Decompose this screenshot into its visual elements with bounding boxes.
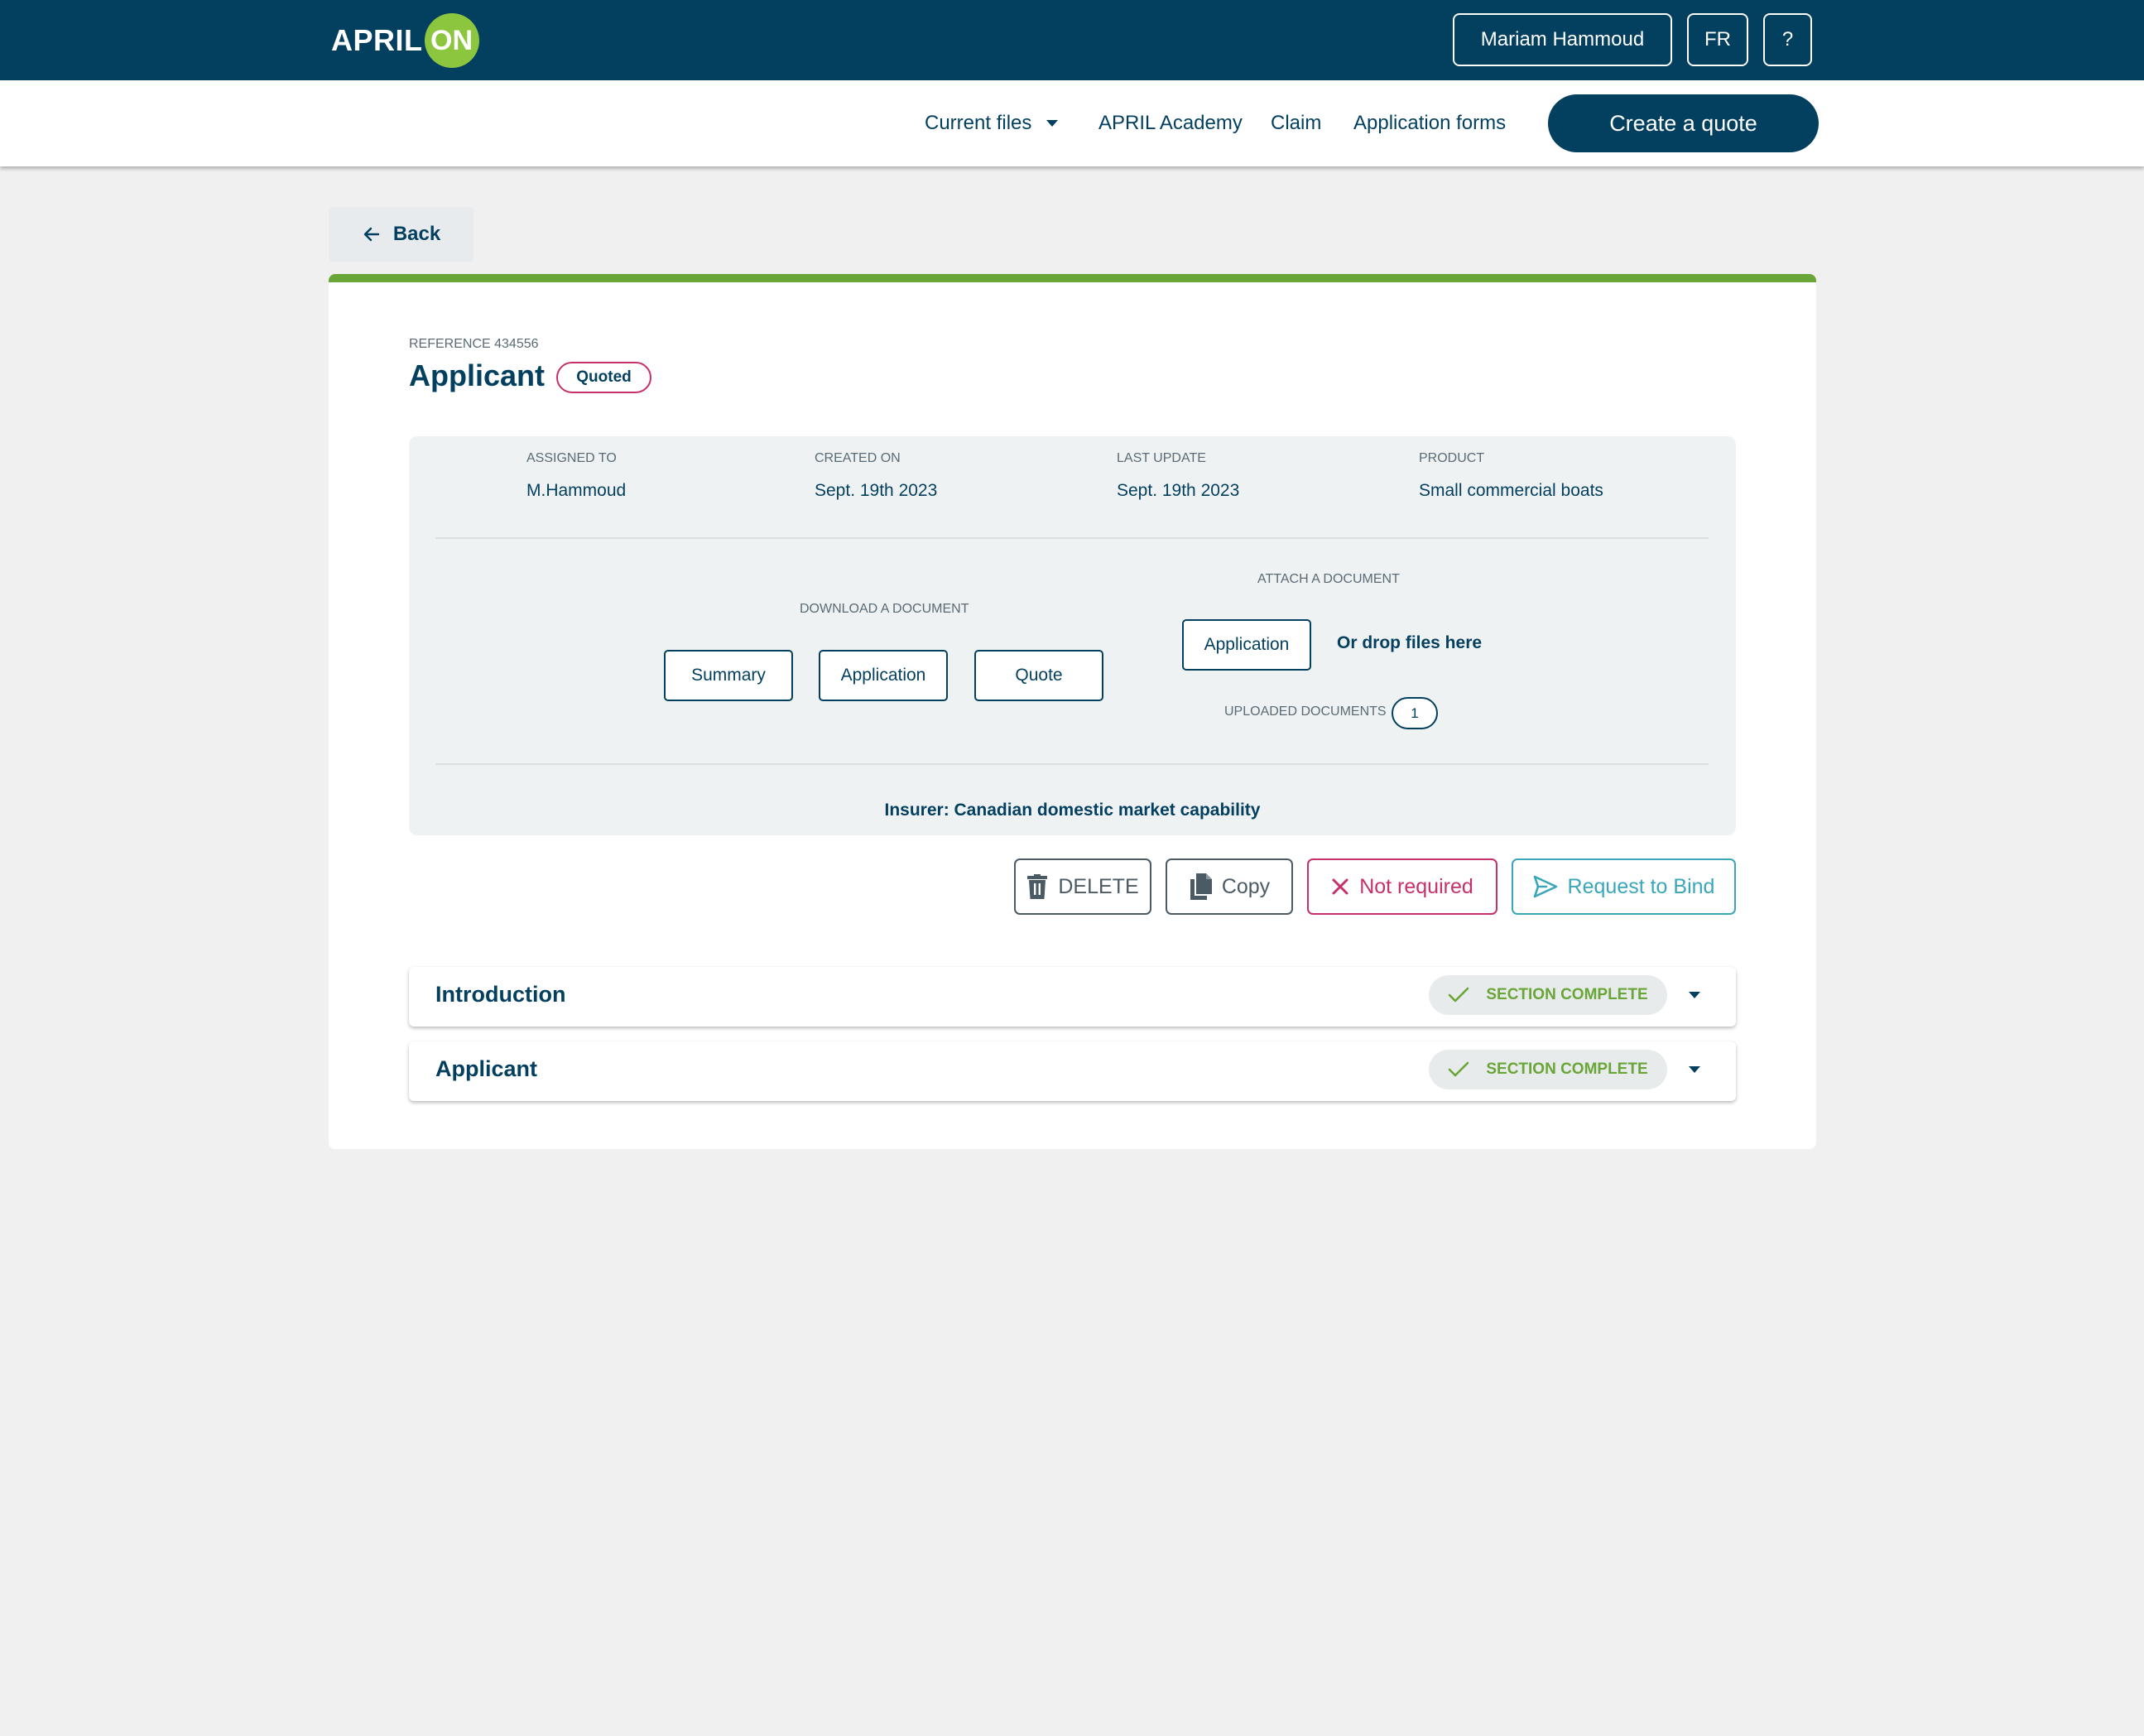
product-label: PRODUCT xyxy=(1419,451,1485,465)
send-icon xyxy=(1533,875,1557,898)
not-required-label: Not required xyxy=(1359,874,1473,898)
arrow-left-icon xyxy=(363,227,380,242)
top-bar: APRIL ON Mariam Hammoud FR ? xyxy=(0,0,2144,80)
file-drop-zone[interactable]: Or drop files here xyxy=(1337,633,1482,653)
expand-caret-icon[interactable] xyxy=(1689,1066,1700,1073)
status-badge: Quoted xyxy=(556,362,651,393)
create-quote-button[interactable]: Create a quote xyxy=(1548,94,1819,152)
assigned-to-value: M.Hammoud xyxy=(526,481,627,500)
not-required-button[interactable]: Not required xyxy=(1307,858,1497,915)
section-status-label: SECTION COMPLETE xyxy=(1486,1060,1648,1078)
section-complete-badge: SECTION COMPLETE xyxy=(1429,1050,1667,1089)
back-label: Back xyxy=(392,223,441,245)
divider xyxy=(435,763,1709,765)
nav-current-files-label: Current files xyxy=(925,112,1032,134)
file-card: REFERENCE 434556 Applicant Quoted ASSIGN… xyxy=(329,274,1816,1149)
attach-document-label: ATTACH A DOCUMENT xyxy=(1257,572,1400,586)
nav-application-forms[interactable]: Application forms xyxy=(1353,80,1506,166)
logo-text: APRIL xyxy=(331,23,423,57)
delete-button[interactable]: DELETE xyxy=(1014,858,1151,915)
last-update-value: Sept. 19th 2023 xyxy=(1117,481,1240,500)
last-update-label: LAST UPDATE xyxy=(1117,451,1206,465)
section-status-label: SECTION COMPLETE xyxy=(1486,986,1648,1003)
logo-power-badge: ON xyxy=(424,13,479,68)
expand-caret-icon[interactable] xyxy=(1689,992,1700,998)
section-applicant[interactable]: Applicant SECTION COMPLETE xyxy=(409,1041,1736,1101)
section-title: Introduction xyxy=(435,982,566,1007)
file-info-panel: ASSIGNED TO M.Hammoud CREATED ON Sept. 1… xyxy=(409,436,1736,835)
download-summary-button[interactable]: Summary xyxy=(664,650,793,701)
section-complete-badge: SECTION COMPLETE xyxy=(1429,975,1667,1015)
section-title: Applicant xyxy=(435,1056,538,1081)
help-button[interactable]: ? xyxy=(1763,13,1812,66)
user-menu-button[interactable]: Mariam Hammoud xyxy=(1453,13,1672,66)
copy-label: Copy xyxy=(1221,874,1271,898)
trash-icon xyxy=(1027,874,1048,899)
copy-icon xyxy=(1190,873,1212,900)
main-navigation: Current files APRIL Academy Claim Applic… xyxy=(0,80,2144,166)
uploaded-documents-label: UPLOADED DOCUMENTS xyxy=(1224,704,1387,719)
divider xyxy=(435,537,1709,539)
insurer-text: Insurer: Canadian domestic market capabi… xyxy=(884,801,1261,820)
april-on-logo[interactable]: APRIL ON xyxy=(331,13,479,68)
caret-down-icon xyxy=(1046,120,1059,127)
download-quote-button[interactable]: Quote xyxy=(974,650,1103,701)
product-value: Small commercial boats xyxy=(1419,481,1603,500)
check-icon xyxy=(1449,1061,1469,1077)
attach-application-button[interactable]: Application xyxy=(1182,619,1311,671)
download-application-button[interactable]: Application xyxy=(819,650,948,701)
request-to-bind-label: Request to Bind xyxy=(1567,874,1715,898)
request-to-bind-button[interactable]: Request to Bind xyxy=(1512,858,1736,915)
created-on-label: CREATED ON xyxy=(815,451,901,465)
check-icon xyxy=(1449,987,1469,1003)
reference-number: REFERENCE 434556 xyxy=(409,337,539,351)
download-document-label: DOWNLOAD A DOCUMENT xyxy=(800,602,969,616)
page-title: Applicant xyxy=(409,358,546,392)
close-icon xyxy=(1332,878,1348,895)
language-button[interactable]: FR xyxy=(1687,13,1748,66)
assigned-to-label: ASSIGNED TO xyxy=(526,451,617,465)
delete-label: DELETE xyxy=(1058,874,1139,898)
copy-button[interactable]: Copy xyxy=(1166,858,1293,915)
nav-april-academy[interactable]: APRIL Academy xyxy=(1098,80,1243,166)
created-on-value: Sept. 19th 2023 xyxy=(815,481,938,500)
uploaded-documents-count[interactable]: 1 xyxy=(1392,697,1438,729)
nav-current-files[interactable]: Current files xyxy=(925,80,1059,166)
section-introduction[interactable]: Introduction SECTION COMPLETE xyxy=(409,967,1736,1027)
nav-claim[interactable]: Claim xyxy=(1271,80,1321,166)
back-button[interactable]: Back xyxy=(329,207,474,262)
